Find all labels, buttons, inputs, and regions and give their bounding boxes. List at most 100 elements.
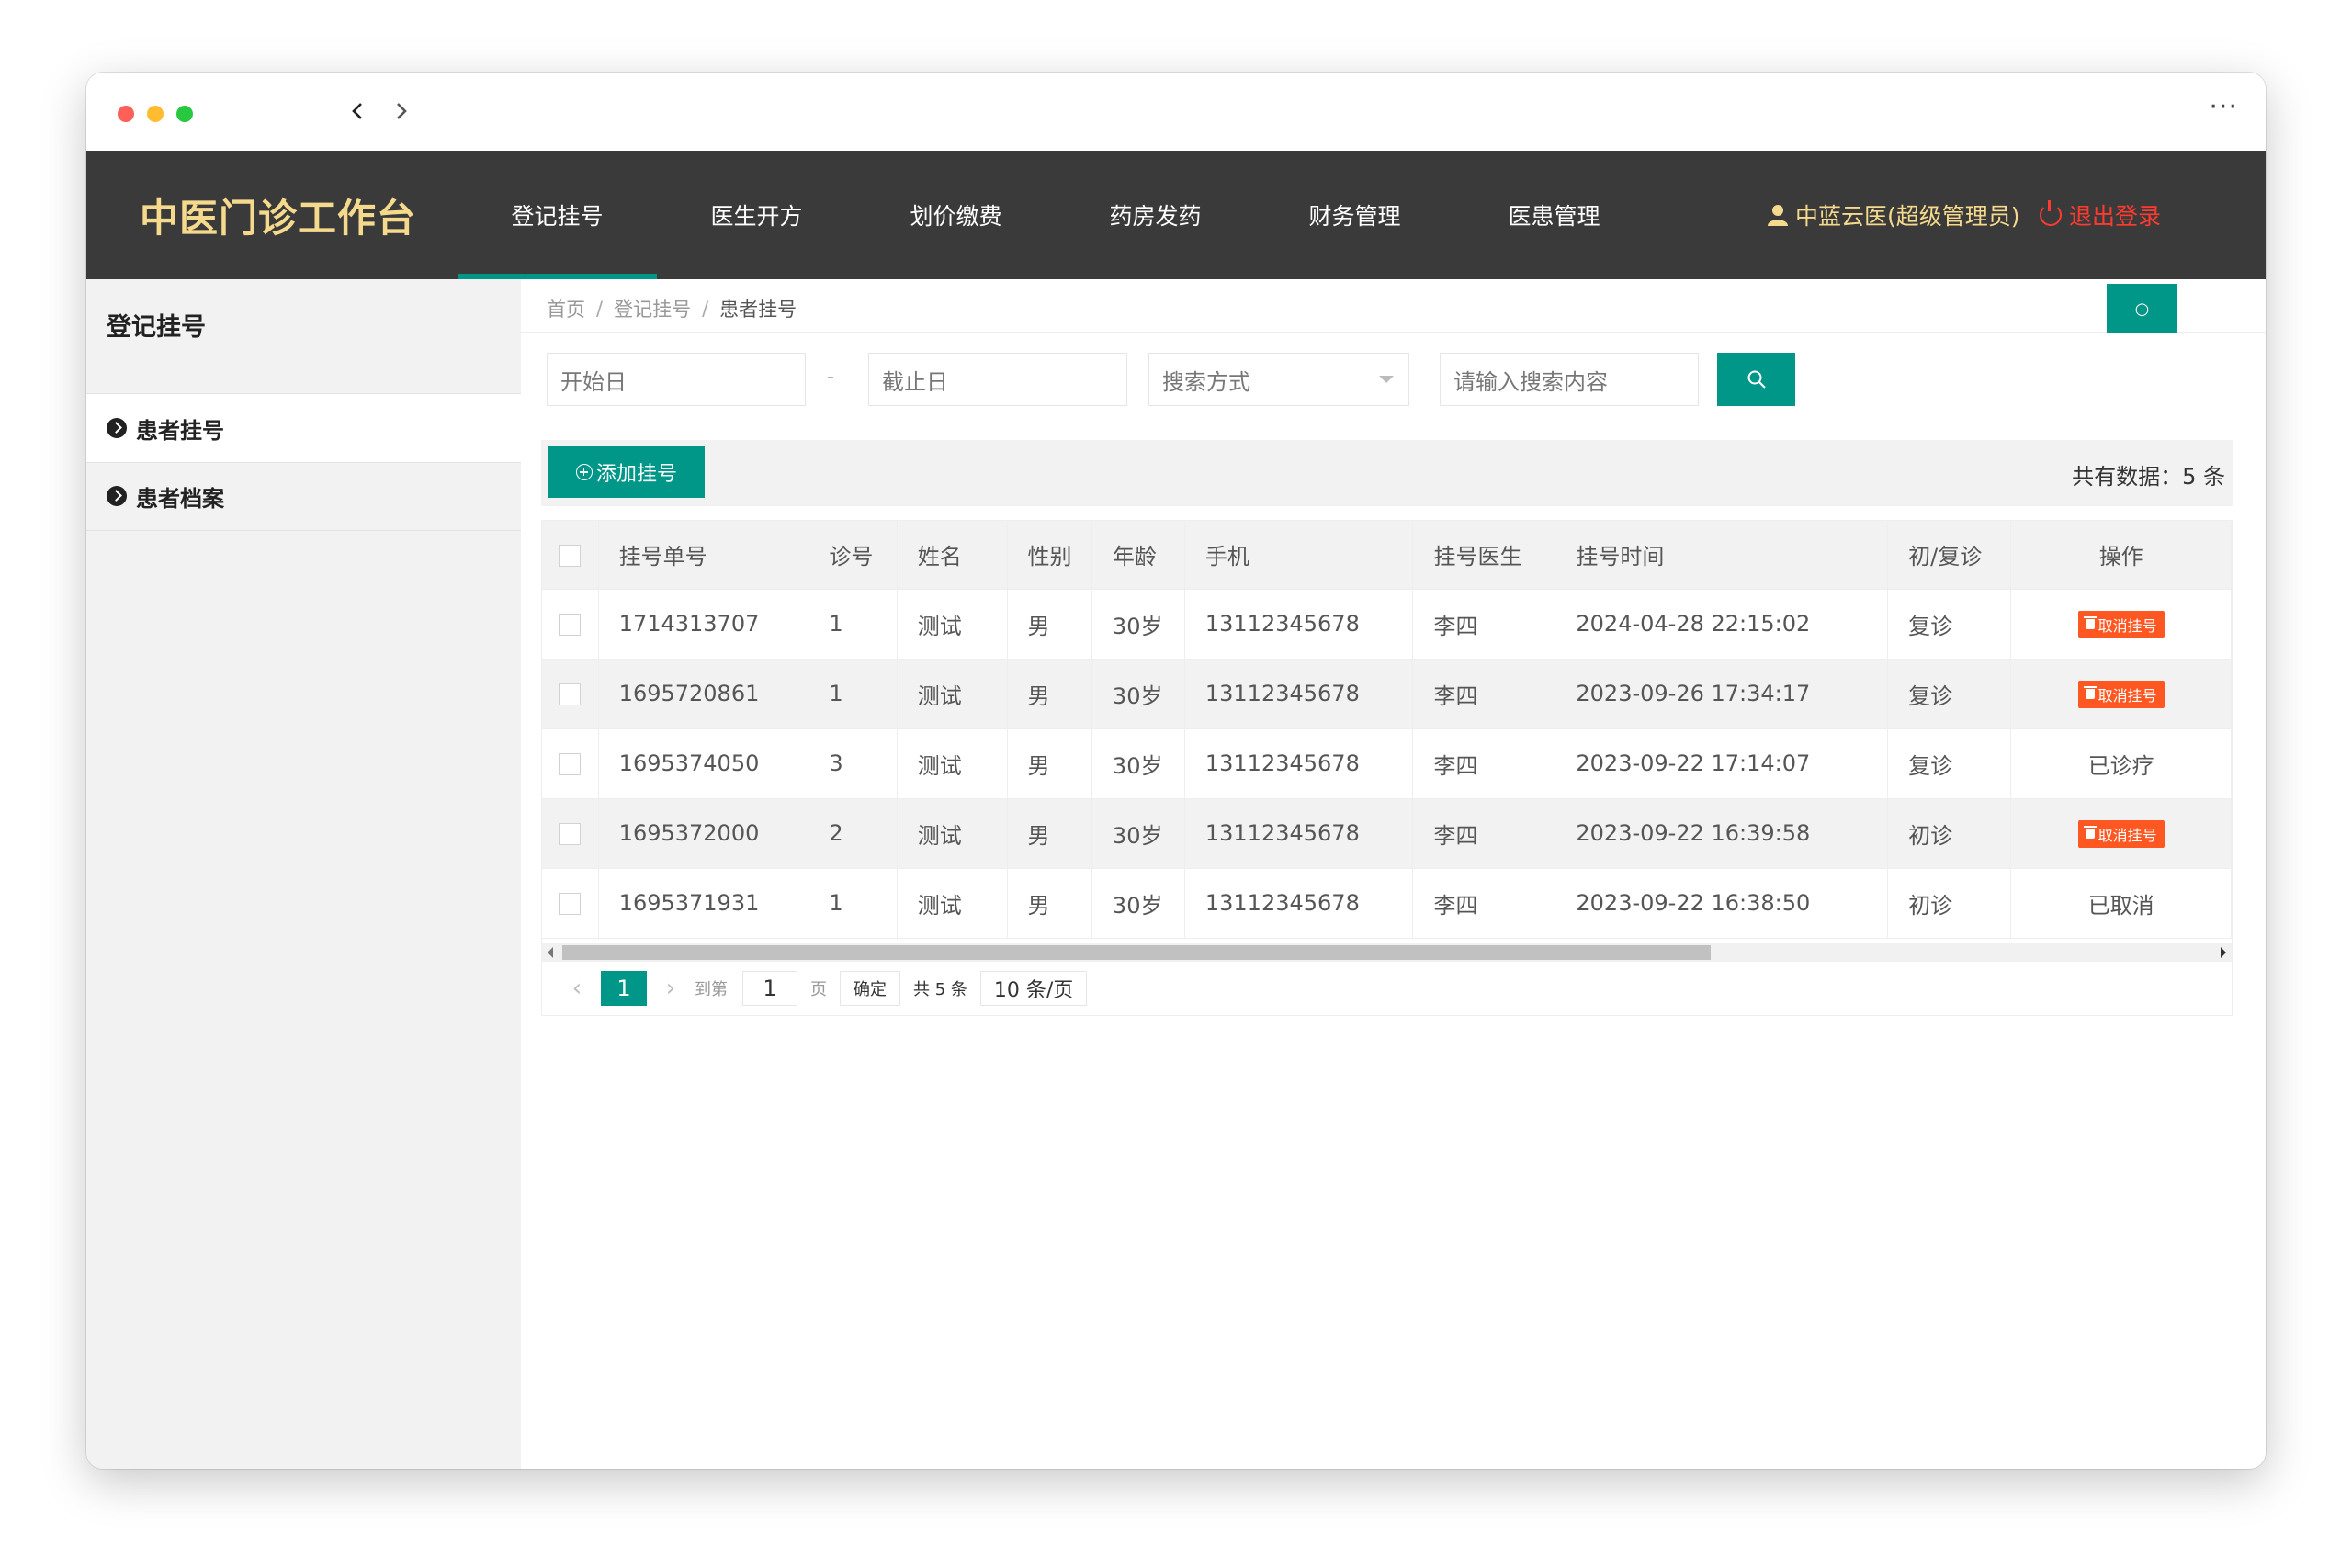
start-date-input[interactable]: 开始日 [547, 353, 806, 406]
power-icon [2040, 200, 2062, 226]
cell-id: 1695374050 [598, 728, 809, 799]
cell-action: 取消挂号 [2010, 798, 2232, 869]
cell-no: 1 [808, 868, 898, 939]
cell-phone: 13112345678 [1184, 659, 1414, 729]
cell-action: 取消挂号 [2010, 589, 2232, 660]
prev-page-button[interactable]: ‹ [568, 975, 586, 1002]
cell-age: 30岁 [1091, 659, 1185, 729]
column-header[interactable]: 诊号 [808, 521, 898, 590]
add-registration-button[interactable]: 添加挂号 [548, 446, 705, 498]
row-select-cell [542, 728, 599, 799]
end-date-input[interactable]: 截止日 [868, 353, 1127, 406]
cell-action: 取消挂号 [2010, 659, 2232, 729]
cancel-registration-button[interactable]: 取消挂号 [2077, 819, 2165, 848]
breadcrumb-home[interactable]: 首页 [547, 295, 585, 322]
main-content: 首页 / 登记挂号 / 患者挂号 ○ 开始日 - 截止日 搜索方式 请输入搜索内… [521, 279, 2266, 1469]
menu-item-pharmacy[interactable]: 药房发药 [1056, 151, 1255, 279]
cell-sex: 男 [1007, 798, 1092, 869]
sidebar-item-label: 患者挂号 [136, 417, 224, 444]
cell-age: 30岁 [1091, 728, 1185, 799]
row-select-cell [542, 798, 599, 869]
cancel-registration-label: 取消挂号 [2098, 826, 2157, 844]
select-all-checkbox[interactable] [559, 544, 582, 567]
scroll-thumb[interactable] [562, 945, 1711, 960]
search-method-value: 搜索方式 [1162, 368, 1250, 395]
app-brand: 中医门诊工作台 [140, 196, 417, 241]
cell-time: 2023-09-26 17:34:17 [1555, 659, 1889, 729]
cell-time: 2023-09-22 16:39:58 [1555, 798, 1889, 869]
next-page-button[interactable]: › [662, 975, 680, 1002]
row-checkbox[interactable] [559, 683, 582, 705]
cell-doctor: 李四 [1412, 728, 1556, 799]
date-range-dash: - [827, 366, 834, 389]
column-header[interactable]: 年龄 [1091, 521, 1185, 590]
row-select-cell [542, 868, 599, 939]
column-header[interactable]: 挂号时间 [1555, 521, 1889, 590]
search-keyword-input[interactable]: 请输入搜索内容 [1440, 353, 1699, 406]
menu-item-billing[interactable]: 划价缴费 [856, 151, 1056, 279]
cell-doctor: 李四 [1412, 798, 1556, 869]
search-button[interactable] [1717, 353, 1795, 406]
menu-item-doctor-patient[interactable]: 医患管理 [1454, 151, 1654, 279]
current-user[interactable]: 中蓝云医(超级管理员) [1768, 151, 2020, 279]
minimize-window-button[interactable] [147, 106, 164, 122]
sidebar-item-patient-records[interactable]: 患者档案 [86, 462, 521, 531]
refresh-button[interactable]: ○ [2107, 284, 2177, 333]
user-name: 中蓝云医(超级管理员) [1795, 203, 2020, 230]
horizontal-scrollbar[interactable] [542, 943, 2232, 962]
trash-icon [2083, 826, 2097, 840]
cell-no: 3 [808, 728, 898, 799]
trash-icon [2083, 616, 2097, 630]
cell-sex: 男 [1007, 868, 1092, 939]
cell-visit: 复诊 [1887, 728, 2012, 799]
goto-page-input[interactable]: 1 [742, 971, 797, 1006]
chevron-circle-right-icon [107, 418, 127, 438]
row-select-cell [542, 659, 599, 729]
status-text: 已取消 [2087, 892, 2154, 919]
main-menu: 登记挂号 医生开方 划价缴费 药房发药 财务管理 医患管理 [458, 151, 1654, 279]
divider [521, 332, 2266, 333]
row-checkbox[interactable] [559, 893, 582, 915]
cancel-registration-label: 取消挂号 [2098, 686, 2157, 705]
add-circle-icon [575, 464, 593, 480]
scroll-right-icon[interactable] [2221, 947, 2226, 958]
column-header[interactable]: 挂号单号 [598, 521, 809, 590]
menu-item-register[interactable]: 登记挂号 [458, 151, 657, 279]
page-size-select[interactable]: 10 条/页 [979, 971, 1088, 1006]
close-window-button[interactable] [118, 106, 134, 122]
cancel-registration-button[interactable]: 取消挂号 [2077, 610, 2165, 638]
cell-sex: 男 [1007, 659, 1092, 729]
cell-no: 2 [808, 798, 898, 869]
table-row: 1714313707 1 测试男 30岁 13112345678 李四 2024-04-28… [542, 589, 2232, 660]
row-checkbox[interactable] [559, 614, 582, 636]
more-menu-button[interactable]: ··· [2209, 91, 2238, 123]
table-toolbar: 添加挂号 共有数据：5 条 [541, 440, 2233, 506]
menu-item-prescribe[interactable]: 医生开方 [657, 151, 856, 279]
cell-no: 1 [808, 659, 898, 729]
column-header[interactable]: 初/复诊 [1887, 521, 2012, 590]
cancel-registration-button[interactable]: 取消挂号 [2077, 680, 2165, 708]
page-number-current[interactable]: 1 [601, 971, 647, 1006]
row-checkbox[interactable] [559, 753, 582, 775]
cell-doctor: 李四 [1412, 868, 1556, 939]
chevron-right-icon[interactable] [388, 93, 415, 130]
column-header[interactable]: 姓名 [897, 521, 1008, 590]
menu-item-finance[interactable]: 财务管理 [1255, 151, 1454, 279]
scroll-left-icon[interactable] [548, 947, 553, 958]
column-header[interactable]: 手机 [1184, 521, 1414, 590]
cell-age: 30岁 [1091, 798, 1185, 869]
maximize-window-button[interactable] [176, 106, 193, 122]
chevron-left-icon[interactable] [344, 93, 371, 130]
sidebar-item-patient-register[interactable]: 患者挂号 [86, 393, 521, 463]
search-method-select[interactable]: 搜索方式 [1148, 353, 1409, 406]
column-header[interactable]: 挂号医生 [1412, 521, 1556, 590]
logout-button[interactable]: 退出登录 [2040, 151, 2161, 279]
row-checkbox[interactable] [559, 823, 582, 845]
top-header: 中医门诊工作台 登记挂号 医生开方 划价缴费 药房发药 财务管理 医患管理 中蓝… [86, 151, 2266, 279]
breadcrumb-register[interactable]: 登记挂号 [614, 295, 691, 322]
goto-confirm-button[interactable]: 确定 [840, 971, 900, 1006]
cell-visit: 复诊 [1887, 589, 2012, 660]
user-icon [1768, 205, 1788, 226]
column-header[interactable]: 性别 [1007, 521, 1092, 590]
cell-id: 1695720861 [598, 659, 809, 729]
